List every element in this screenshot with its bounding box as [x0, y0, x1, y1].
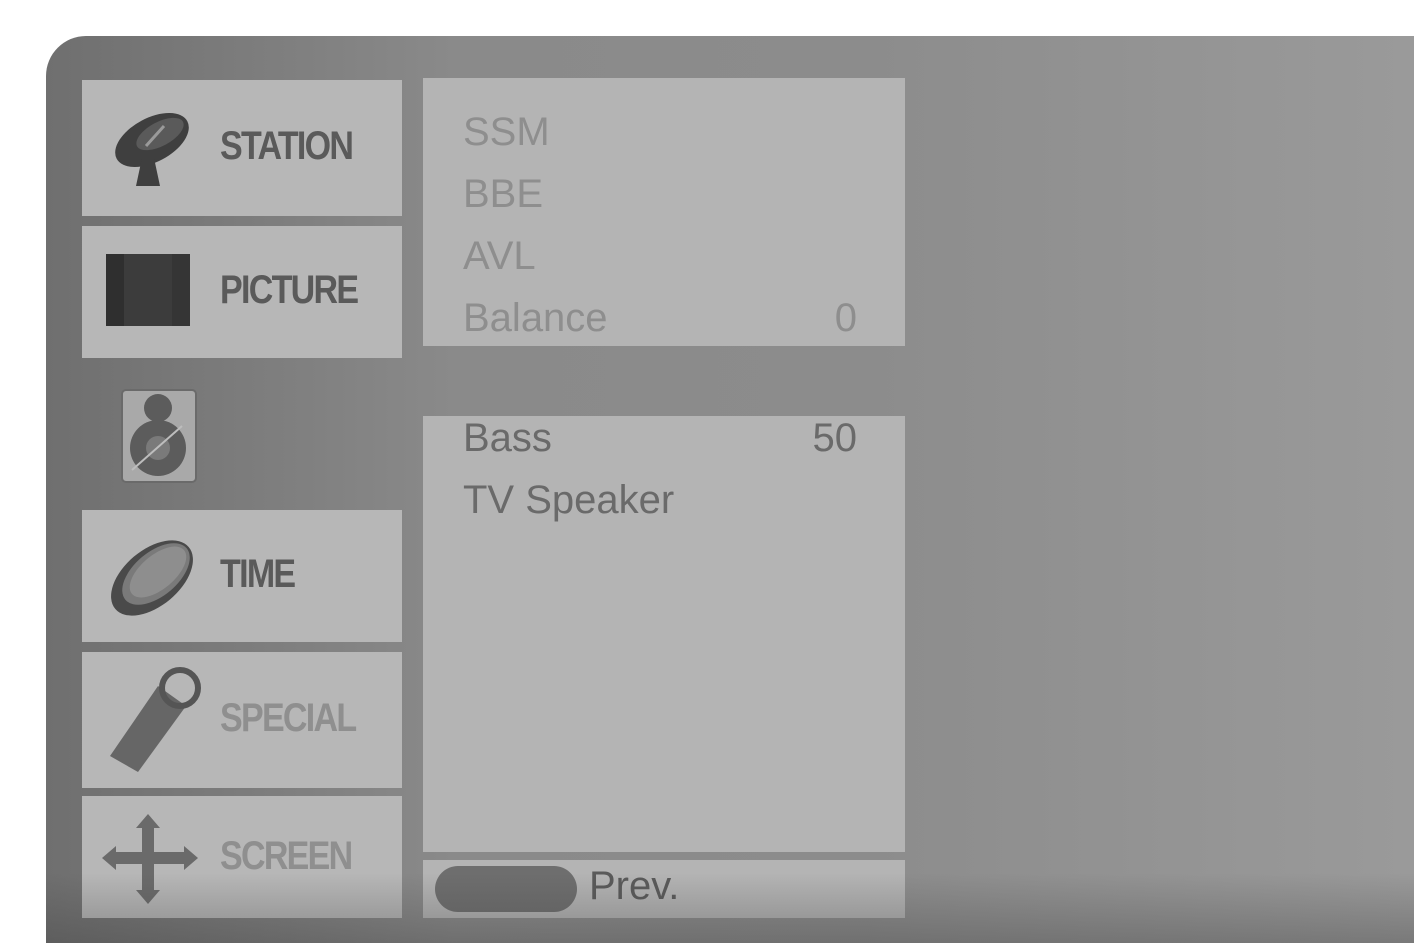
footer-bar: Prev. [423, 860, 905, 918]
setting-label: SSM [463, 110, 550, 154]
menu-item-station[interactable]: STATION [82, 80, 402, 216]
tag-icon [102, 664, 206, 781]
menu-item-label: PICTURE [220, 268, 359, 312]
setting-value: 50 [812, 416, 858, 460]
menu-item-audio[interactable] [82, 378, 402, 508]
setting-label: Balance [463, 296, 608, 340]
menu-item-label: TIME [220, 552, 296, 596]
menu-item-label: STATION [220, 124, 354, 168]
clock-icon [102, 528, 206, 625]
move-arrows-icon [102, 814, 198, 909]
satellite-dish-icon [102, 106, 194, 195]
setting-row-ssm[interactable]: SSM [463, 104, 857, 160]
setting-label: BBE [463, 172, 544, 216]
setting-row-bbe[interactable]: BBE [463, 166, 857, 222]
menu-item-label: SPECIAL [220, 696, 357, 740]
audio-settings-panel: SSM BBE AVL Balance 0 [423, 78, 905, 346]
menu-item-time[interactable]: TIME [82, 510, 402, 642]
setting-row-bass[interactable]: Bass 50 [463, 410, 857, 466]
menu-item-picture[interactable]: PICTURE [82, 226, 402, 358]
audio-settings-panel-2: Bass 50 TV Speaker [423, 416, 905, 852]
speaker-icon [118, 386, 200, 491]
menu-item-screen[interactable]: SCREEN [82, 796, 402, 918]
menu-item-special[interactable]: SPECIAL [82, 652, 402, 788]
menu-item-label: SCREEN [220, 834, 353, 878]
setting-row-avl[interactable]: AVL [463, 228, 857, 284]
setting-label: Bass [463, 416, 552, 460]
osd-menu: STATION PICTURE TIME SPECIAL SCREEN SSM … [46, 36, 1414, 943]
prev-label: Prev. [589, 864, 680, 908]
setting-label: AVL [463, 234, 536, 278]
setting-row-tv-speaker[interactable]: TV Speaker [463, 472, 857, 528]
setting-value: 0 [834, 296, 857, 340]
setting-row-balance[interactable]: Balance 0 [463, 290, 857, 346]
prev-button-pill[interactable] [435, 866, 577, 912]
setting-label: TV Speaker [463, 478, 675, 522]
tv-screen-icon [102, 250, 194, 335]
